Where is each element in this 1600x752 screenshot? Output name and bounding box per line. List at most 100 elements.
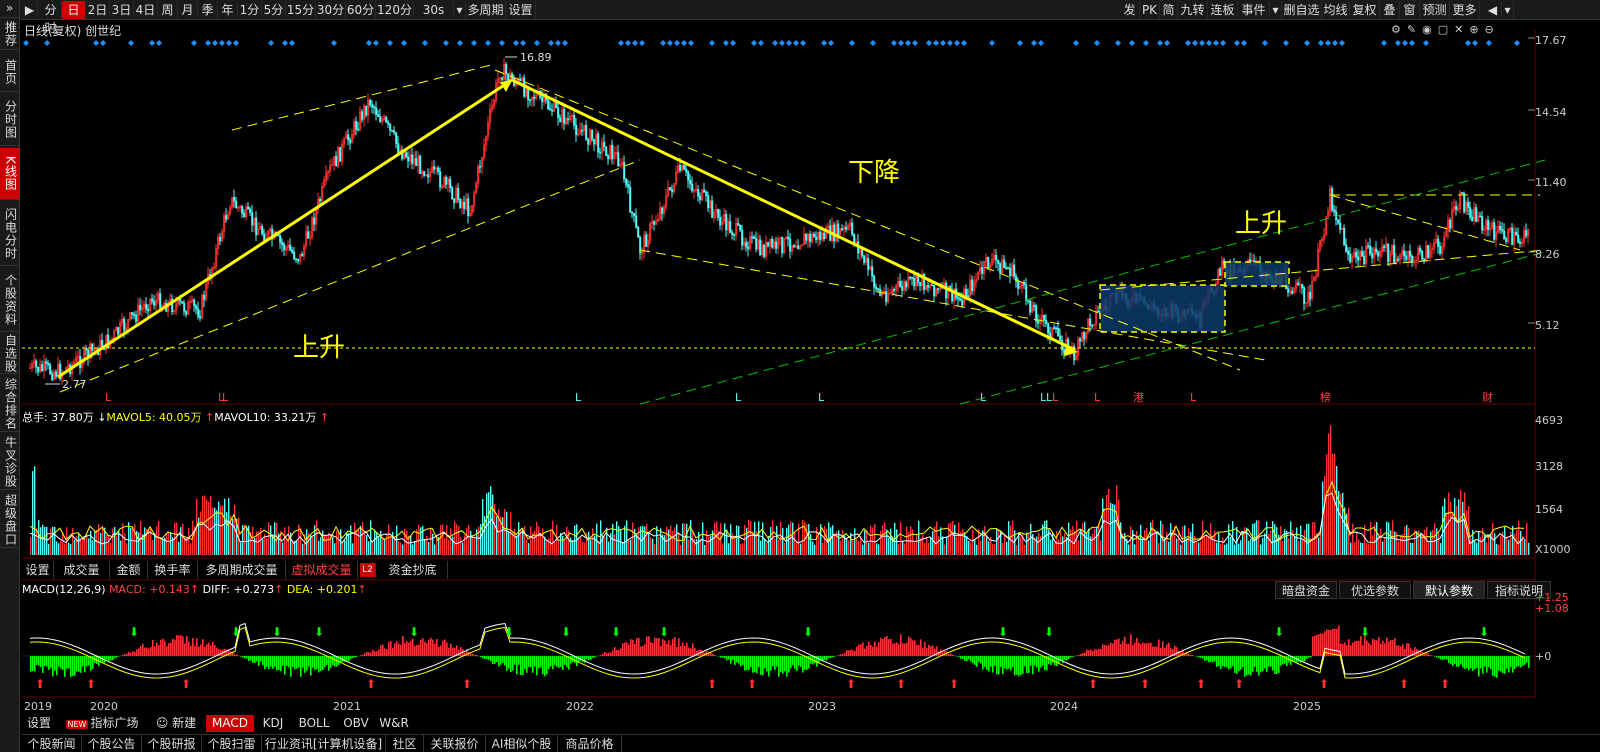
news-tab-5[interactable]: 社区 — [386, 735, 424, 752]
l-marker: L — [1094, 391, 1101, 404]
volume-bar — [126, 543, 128, 555]
volume-bar — [1450, 502, 1452, 555]
macd-bar — [1322, 633, 1324, 656]
diamond-marker — [758, 40, 764, 46]
macd-bar — [1094, 649, 1096, 656]
volume-tab-4[interactable]: 多周期成交量 — [198, 561, 286, 579]
volume-tab-6[interactable]: 资金抄底 — [378, 561, 448, 579]
volume-bar — [314, 525, 316, 555]
volume-bar — [52, 526, 54, 555]
volume-bar — [766, 542, 768, 555]
indicator-tab-7[interactable]: W&R — [376, 715, 412, 732]
macd-bar — [922, 647, 924, 656]
volume-bar — [682, 523, 684, 555]
macd-bar — [1230, 656, 1232, 669]
chart-canvas[interactable]: 16.892.77L LL L L L L L L L L L港榜财⬆ ⬆⬇⬆⬇ ⬇ ⬇⬆⬇⬆⬇ ⬇ ⬇ ⬇⬆ ⬆… — [0, 0, 1600, 752]
volume-bar — [1438, 533, 1440, 555]
year-2024: 2024 — [1050, 700, 1078, 713]
macd-tab-0[interactable]: 暗盘资金 — [1275, 581, 1337, 599]
news-tab-3[interactable]: 个股扫雷 — [202, 735, 262, 752]
macd-bar — [1278, 656, 1280, 673]
candle-body — [1097, 310, 1100, 313]
macd-legend: MACD(12,26,9) MACD: +0.143↑ DIFF: +0.273… — [22, 583, 367, 596]
volume-tab-1[interactable]: 成交量 — [54, 561, 110, 579]
macd-bar — [276, 656, 278, 671]
volume-bar — [46, 526, 48, 555]
year-2019: 2019 — [24, 700, 52, 713]
high-price-label: 16.89 — [520, 51, 552, 64]
macd-bar — [722, 656, 724, 658]
macd-bar — [1128, 644, 1130, 656]
volume-bar — [842, 530, 844, 555]
up-arrow-icon: ↑ — [274, 583, 284, 596]
volume-bar — [1046, 520, 1048, 555]
volume-tab-5[interactable]: 虚拟成交量 — [286, 561, 358, 579]
indicator-tab-2[interactable]: ☺ 新建 — [148, 715, 204, 732]
macd-bar — [490, 656, 492, 662]
macd-bar — [570, 656, 572, 664]
macd-bar — [316, 656, 318, 670]
news-tab-7[interactable]: AI相似个股 — [486, 735, 558, 752]
volume-bar — [1462, 501, 1464, 555]
macd-tab-1[interactable]: 优选参数 — [1339, 581, 1411, 599]
macd-bar — [1134, 642, 1136, 656]
macd-bar — [990, 656, 992, 667]
macd-bar — [1246, 656, 1248, 676]
indicator-tab-0[interactable]: 设置 — [22, 715, 56, 732]
macd-bar — [1388, 641, 1390, 656]
volume-bar — [614, 534, 616, 555]
volume-bar — [394, 537, 396, 555]
diamond-marker — [366, 40, 372, 46]
macd-bar — [960, 656, 962, 659]
macd-bar — [638, 638, 640, 656]
indicator-tab-3[interactable]: MACD — [206, 715, 254, 732]
macd-tab-2[interactable]: 默认参数 — [1413, 581, 1485, 599]
candle-body — [507, 73, 510, 81]
volume-bar — [1218, 532, 1220, 555]
macd-bar — [514, 656, 516, 665]
candle-body — [823, 232, 826, 240]
volume-bar — [1304, 529, 1306, 555]
macd-bar — [142, 643, 144, 656]
macd-bar — [784, 656, 786, 672]
news-tab-0[interactable]: 个股新闻 — [22, 735, 82, 752]
macd-bar — [378, 649, 380, 656]
volume-tab-2[interactable]: 金额 — [110, 561, 148, 579]
candle-body — [729, 221, 732, 233]
news-tab-2[interactable]: 个股研报 — [142, 735, 202, 752]
volume-bar — [1002, 542, 1004, 555]
candle-body — [697, 189, 700, 197]
news-tab-6[interactable]: 关联报价 — [424, 735, 486, 752]
macd-bar — [608, 652, 610, 656]
volume-bar — [360, 525, 362, 555]
volume-bar — [572, 540, 574, 555]
macd-bar — [476, 655, 478, 656]
volume-bar — [1166, 531, 1168, 555]
macd-bar — [764, 656, 766, 669]
candle-body — [1339, 222, 1342, 230]
news-tab-4[interactable]: 行业资讯[计算机设备] — [262, 735, 386, 752]
indicator-tab-1[interactable]: NEW 指标广场 — [58, 715, 146, 732]
macd-bar — [986, 656, 988, 670]
diamond-marker — [443, 40, 449, 46]
candle-body — [1369, 245, 1372, 254]
macd-bar — [260, 656, 262, 662]
volume-tab-3[interactable]: 换手率 — [148, 561, 198, 579]
candle-body — [683, 165, 686, 170]
volume-bar — [574, 525, 576, 555]
macd-bar — [616, 649, 618, 656]
volume-bar — [1016, 544, 1018, 555]
macd-bar — [152, 639, 154, 656]
indicator-tab-4[interactable]: KDJ — [256, 715, 290, 732]
diamond-marker — [870, 40, 876, 46]
diamond-marker — [1423, 40, 1429, 46]
indicator-tab-6[interactable]: OBV — [338, 715, 374, 732]
candle-body — [151, 298, 154, 302]
news-tab-1[interactable]: 个股公告 — [82, 735, 142, 752]
volume-tab-0[interactable]: 设置 — [22, 561, 54, 579]
macd-bar — [1090, 649, 1092, 656]
candle-body — [1515, 231, 1518, 236]
indicator-tab-5[interactable]: BOLL — [292, 715, 336, 732]
volume-bar — [902, 541, 904, 555]
news-tab-8[interactable]: 商品价格 — [558, 735, 622, 752]
